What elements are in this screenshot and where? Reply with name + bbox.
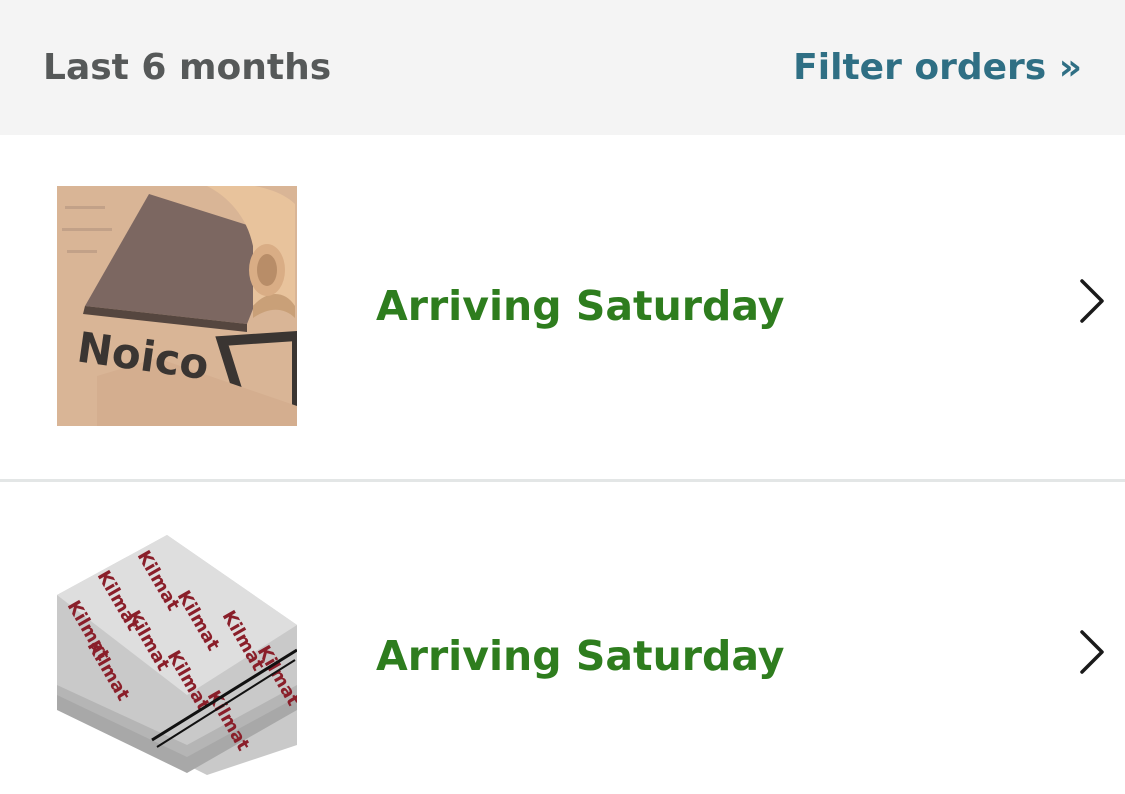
chevron-right-icon [1076,628,1108,676]
delivery-status: Arriving Saturday [376,632,785,680]
orders-screen: Last 6 months Filter orders » Noico Arri… [0,0,1125,794]
kilmat-product-thumbnail: Kilmat Kilmat Kilmat Kilmat Kilmat Kilma… [57,535,297,775]
order-filter-bar: Last 6 months Filter orders » [0,0,1125,135]
noico-product-thumbnail: Noico [57,186,297,426]
order-row[interactable]: Kilmat Kilmat Kilmat Kilmat Kilmat Kilma… [0,482,1125,794]
filter-orders-link[interactable]: Filter orders » [793,46,1082,90]
order-row[interactable]: Noico Arriving Saturday [0,135,1125,481]
chevron-right-icon [1076,277,1108,325]
time-range-label: Last 6 months [43,47,332,88]
delivery-status: Arriving Saturday [376,282,785,330]
